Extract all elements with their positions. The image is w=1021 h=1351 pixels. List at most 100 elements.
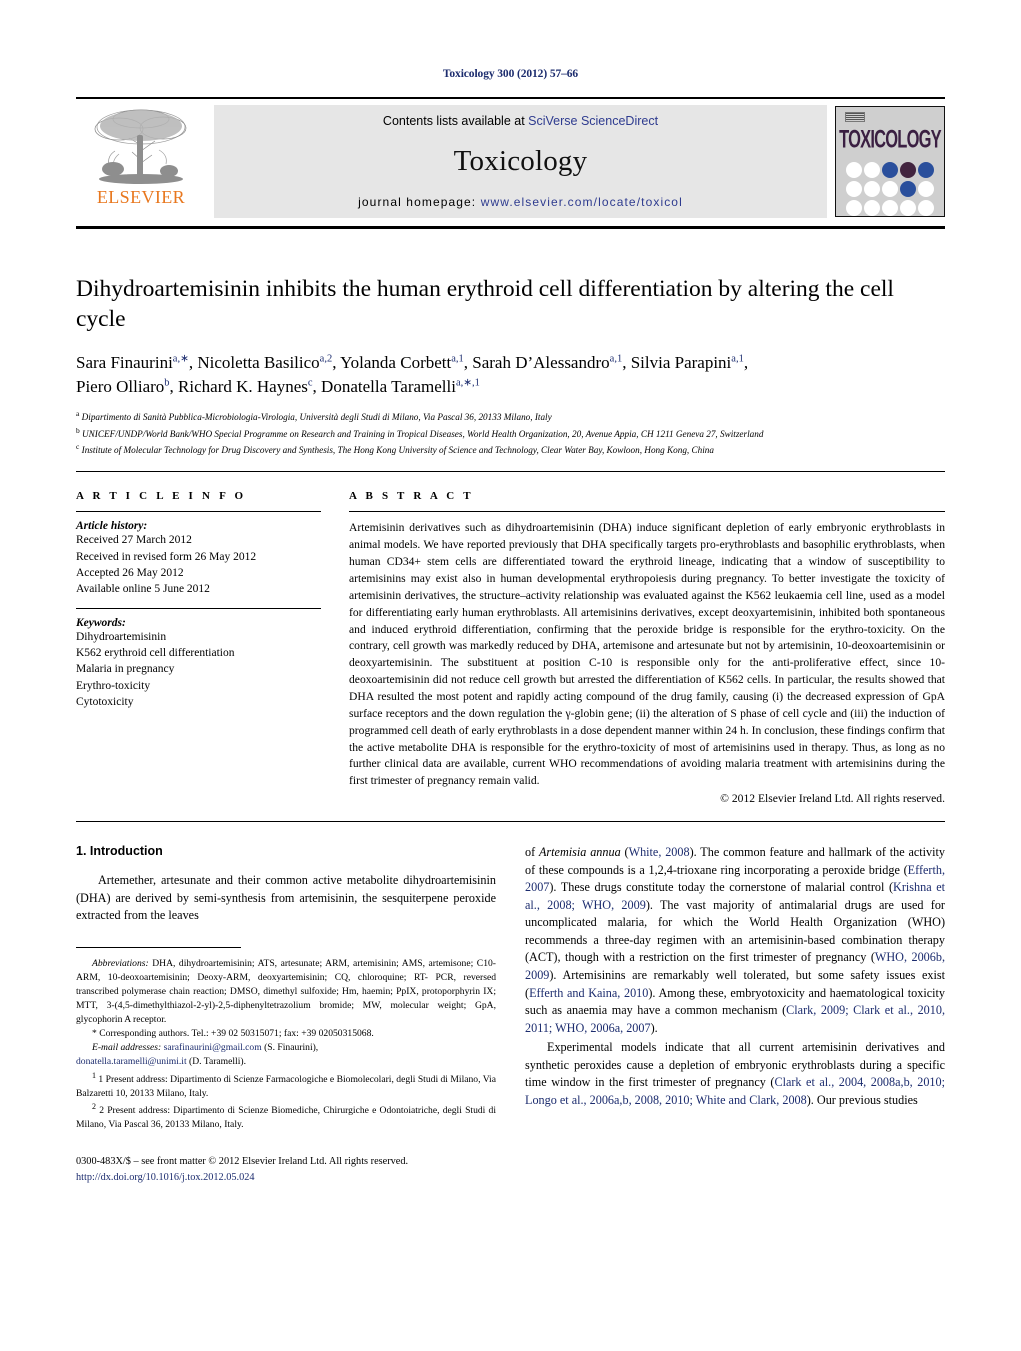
elsevier-wordmark: ELSEVIER xyxy=(96,187,186,207)
affiliation-c: c Institute of Molecular Technology for … xyxy=(76,442,714,456)
abstract-rule xyxy=(349,511,945,513)
citation-link[interactable]: White, 2008 xyxy=(629,845,690,859)
email-link-finaurini[interactable]: sarafinaurini@gmail.com xyxy=(164,1042,262,1053)
section-heading-introduction: 1. Introduction xyxy=(76,844,163,859)
affiliation-b: b UNICEF/UNDP/World Bank/WHO Special Pro… xyxy=(76,425,764,439)
author-list: Sara Finaurinia,∗, Nicoletta Basilicoa,2… xyxy=(76,351,945,399)
journal-homepage-line: journal homepage: www.elsevier.com/locat… xyxy=(358,195,683,209)
homepage-prefix-text: journal homepage: xyxy=(358,195,481,209)
cover-dot xyxy=(864,181,880,197)
cover-dot xyxy=(864,200,880,216)
cover-dot xyxy=(900,181,916,197)
email-addresses-label: E-mail addresses: xyxy=(92,1042,162,1054)
author-line-1: Sara Finaurinia,∗, Nicoletta Basilicoa,2… xyxy=(76,353,749,373)
citation-link[interactable]: Clark et al., 2004, 2008a,b, 2010; Longo… xyxy=(525,1075,945,1107)
history-accepted: Accepted 26 May 2012 xyxy=(76,567,184,579)
email-link-taramelli[interactable]: donatella.taramelli@unimi.it xyxy=(76,1056,187,1067)
email-owner-taramelli: (D. Taramelli). xyxy=(186,1056,246,1068)
abbreviations-label: Abbreviations: xyxy=(92,957,149,969)
footnote-emails: E-mail addresses: sarafinaurini@gmail.co… xyxy=(76,1041,496,1055)
intro-paragraph-left: Artemether, artesunate and their common … xyxy=(76,873,496,923)
body-column-right: of Artemisia annua (White, 2008). The co… xyxy=(525,844,945,1185)
email-owner-finaurini: (S. Finaurini), xyxy=(261,1042,319,1054)
running-head: Toxicology 300 (2012) 57–66 xyxy=(442,68,579,80)
footnote-abbreviations: Abbreviations: DHA, dihydroartemisinin; … xyxy=(76,957,496,1027)
keyword-item: Erythro-toxicity xyxy=(76,679,151,692)
contents-box: Contents lists available at SciVerse Sci… xyxy=(214,105,827,218)
present-address-1-text: 1 Present address: Dipartimento di Scien… xyxy=(76,1073,496,1099)
journal-homepage-link[interactable]: www.elsevier.com/locate/toxicol xyxy=(481,195,683,209)
cover-dot xyxy=(882,162,898,178)
elsevier-tree-icon xyxy=(94,109,187,184)
contents-available-line: Contents lists available at SciVerse Sci… xyxy=(383,114,658,128)
page-title: Dihydroartemisinin inhibits the human er… xyxy=(76,276,894,333)
footnote-email-second-line: donatella.taramelli@unimi.it (D. Taramel… xyxy=(76,1055,496,1069)
keywords-rule xyxy=(76,607,321,609)
history-online: Available online 5 June 2012 xyxy=(76,583,210,596)
footnote-present-address-2: 2 2 Present address: Dipartimento di Sci… xyxy=(76,1101,496,1132)
intro-right-post: (White, 2008). The common feature and ha… xyxy=(525,845,946,1035)
abstract-copyright: © 2012 Elsevier Ireland Ltd. All rights … xyxy=(720,792,945,806)
body-columns: 1. Introduction Artemether, artesunate a… xyxy=(76,844,945,1185)
article-history-label: Article history: xyxy=(76,520,148,533)
species-name-artemisia-annua: Artemisia annua xyxy=(538,845,621,860)
info-abstract-row: A R T I C L E I N F O Article history: R… xyxy=(76,490,945,805)
article-info-rule xyxy=(76,511,321,513)
cover-dot xyxy=(918,162,934,178)
citation-link[interactable]: Efferth, 2007 xyxy=(525,863,945,895)
journal-title: Toxicology xyxy=(453,145,588,177)
divider-above-info xyxy=(76,471,945,473)
intro-right-pre: of xyxy=(525,845,539,860)
divider-below-abstract xyxy=(76,821,945,823)
cover-dot xyxy=(846,162,862,178)
keyword-item: Dihydroartemisinin xyxy=(76,630,167,643)
citation-link[interactable]: Krishna et al., 2008; WHO, 2009 xyxy=(525,880,945,912)
intro-paragraph-right-2: Experimental models indicate that all cu… xyxy=(525,1040,945,1107)
cover-dot xyxy=(846,181,862,197)
cover-dot xyxy=(882,181,898,197)
cover-dot xyxy=(918,181,934,197)
cover-dot xyxy=(882,200,898,216)
present-address-2-text: 2 Present address: Dipartimento di Scien… xyxy=(76,1105,496,1131)
article-info-column: A R T I C L E I N F O Article history: R… xyxy=(76,490,321,805)
body-column-left: 1. Introduction Artemether, artesunate a… xyxy=(76,844,496,1185)
issn-copyright-line: 0300-483X/$ – see front matter © 2012 El… xyxy=(76,1156,409,1168)
footnote-marker-1: 1 xyxy=(92,1070,96,1080)
cover-dot xyxy=(918,200,934,216)
cover-dot xyxy=(900,200,916,216)
author-line-2: Piero Olliarob, Richard K. Haynesc, Dona… xyxy=(76,377,480,397)
keyword-item: Cytotoxicity xyxy=(76,695,134,708)
citation-link[interactable]: Clark, 2009; Clark et al., 2010, 2011; W… xyxy=(525,1003,945,1035)
footnote-present-address-1: 1 1 Present address: Dipartimento di Sci… xyxy=(76,1070,496,1101)
citation-link[interactable]: Efferth and Kaina, 2010 xyxy=(529,986,648,1000)
abstract-text: Artemisinin derivatives such as dihydroa… xyxy=(349,521,945,788)
cover-journal-name: TOXICOLOGY xyxy=(839,126,942,154)
doi-link[interactable]: http://dx.doi.org/10.1016/j.tox.2012.05.… xyxy=(76,1170,496,1185)
affiliation-a: a Dipartimento di Sanità Pubblica-Microb… xyxy=(76,409,552,423)
citation-link[interactable]: WHO, 2006b, 2009 xyxy=(525,950,945,982)
contents-prefix-text: Contents lists available at xyxy=(382,114,529,128)
journal-masthead: ELSEVIER Contents lists available at Sci… xyxy=(76,97,945,229)
elsevier-logo: ELSEVIER xyxy=(76,99,206,226)
cover-dot-grid xyxy=(846,162,934,216)
footnote-rule xyxy=(76,946,241,948)
keyword-item: Malaria in pregnancy xyxy=(76,663,175,676)
history-revised: Received in revised form 26 May 2012 xyxy=(76,550,257,563)
sciencedirect-link[interactable]: SciVerse ScienceDirect xyxy=(528,114,658,128)
cover-masthead-stripe-icon xyxy=(845,112,865,122)
article-info-heading: A R T I C L E I N F O xyxy=(76,490,247,503)
journal-cover-thumbnail: TOXICOLOGY xyxy=(835,106,945,217)
cover-dot xyxy=(864,162,880,178)
keyword-item: K562 erythroid cell differentiation xyxy=(76,646,235,659)
intro-paragraph-right-continued: of Artemisia annua (White, 2008). The co… xyxy=(525,844,945,1037)
abstract-column: A B S T R A C T Artemisinin derivatives … xyxy=(349,490,945,805)
cover-dot xyxy=(900,162,916,178)
footnote-marker-2: 2 xyxy=(92,1101,96,1111)
keywords-label: Keywords: xyxy=(76,616,126,629)
abstract-heading: A B S T R A C T xyxy=(349,490,474,503)
history-received: Received 27 March 2012 xyxy=(76,534,192,547)
article-page: Toxicology 300 (2012) 57–66 ELSEVIER Con… xyxy=(0,0,1021,1351)
affiliation-list: a Dipartimento di Sanità Pubblica-Microb… xyxy=(76,408,945,457)
page-footer: 0300-483X/$ – see front matter © 2012 El… xyxy=(76,1154,496,1185)
footnote-corresponding: * Corresponding authors. Tel.: +39 02 50… xyxy=(92,1028,374,1040)
